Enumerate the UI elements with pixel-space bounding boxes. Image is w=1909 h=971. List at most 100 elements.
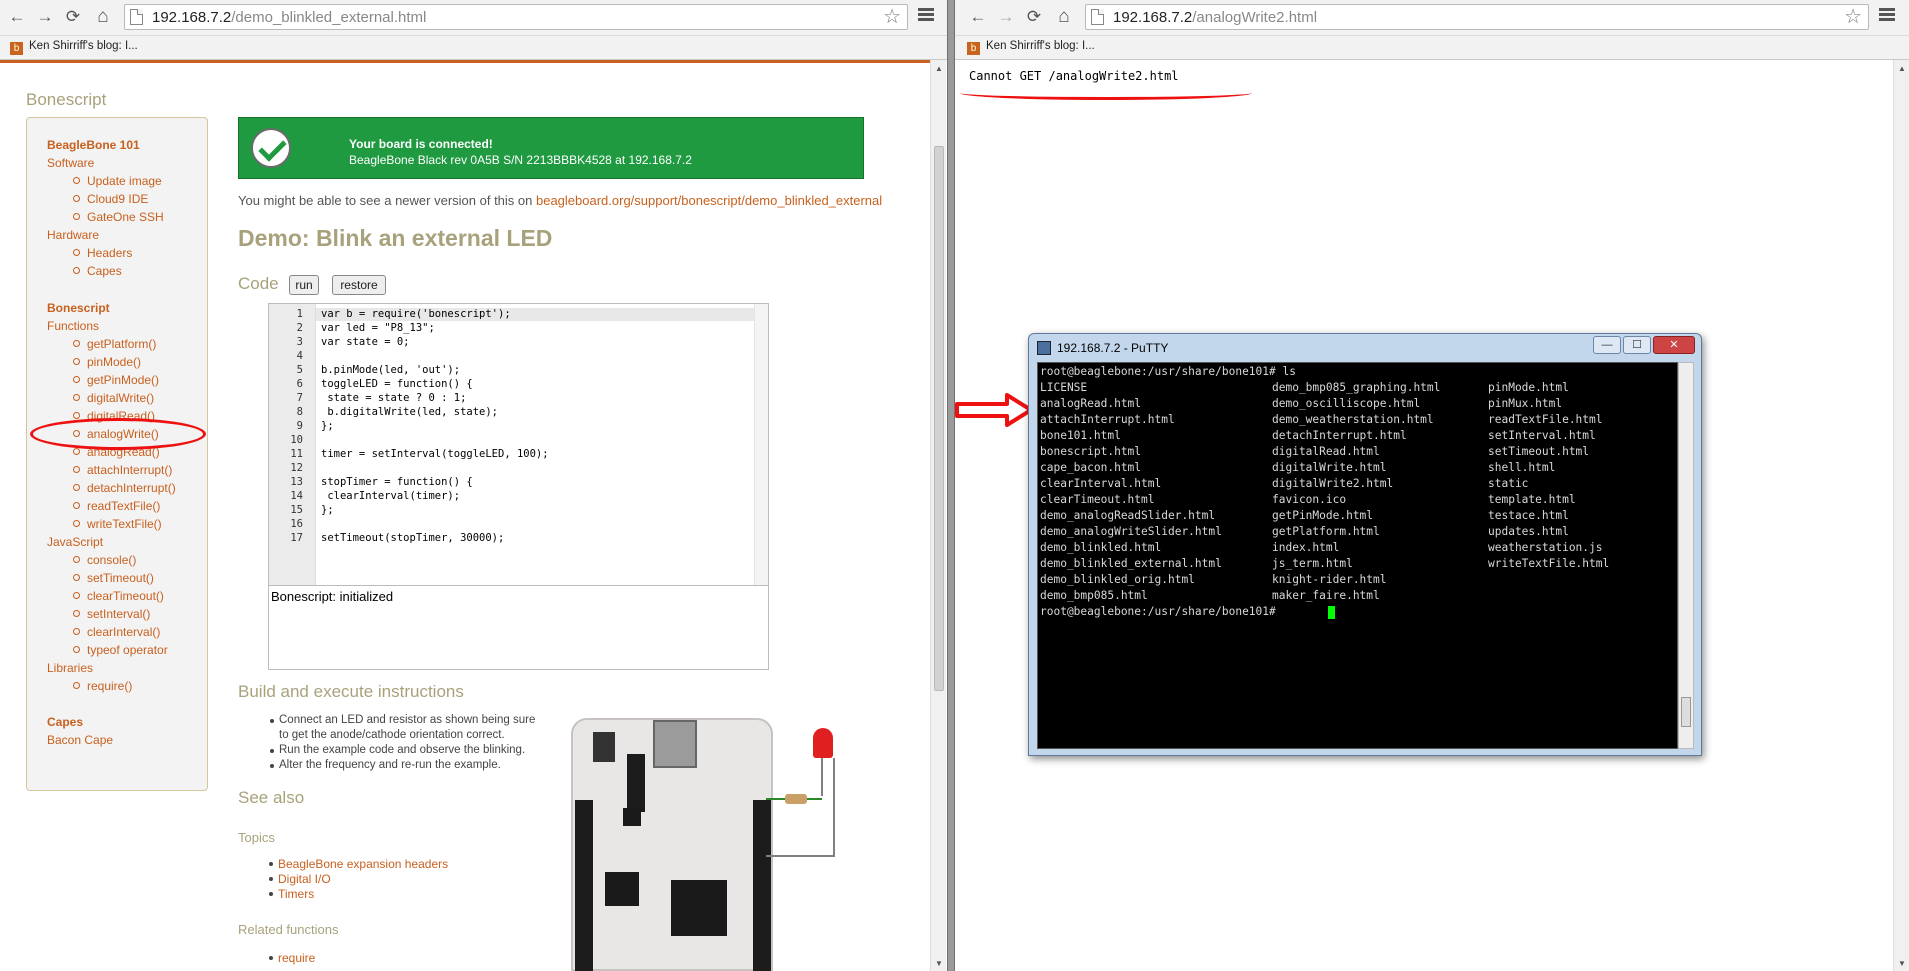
scroll-up-icon[interactable]: ▲: [931, 62, 947, 76]
window-split-divider[interactable]: [947, 0, 955, 971]
sidebar-item-digitalwrite[interactable]: digitalWrite(): [73, 391, 154, 405]
home-icon[interactable]: ⌂: [92, 5, 114, 29]
bookmarks-bar: b Ken Shirriff's blog: I...: [0, 36, 947, 60]
page-scrollbar[interactable]: ▲ ▼: [1893, 60, 1909, 971]
sidebar-functions[interactable]: Functions: [47, 319, 99, 333]
sidebar-item-pinmode[interactable]: pinMode(): [73, 355, 141, 369]
sidebar-item-detachinterrupt[interactable]: detachInterrupt(): [73, 481, 176, 495]
sidebar-item-typeof[interactable]: typeof operator: [73, 643, 168, 657]
code-line[interactable]: timer = setInterval(toggleLED, 100);: [321, 448, 549, 460]
editor-scrollbar[interactable]: [754, 304, 768, 586]
sidebar-item-readtextfile[interactable]: readTextFile(): [73, 499, 160, 513]
file-entry: static: [1488, 477, 1529, 490]
bookmark-star-icon[interactable]: ☆: [883, 5, 901, 29]
scrollbar-thumb[interactable]: [1681, 697, 1691, 727]
code-line[interactable]: var b = require('bonescript');: [321, 308, 511, 320]
reload-icon[interactable]: ⟳: [1023, 5, 1045, 29]
sidebar-item-require[interactable]: require(): [73, 679, 132, 693]
chrome-menu-icon[interactable]: [916, 6, 936, 26]
scroll-down-icon[interactable]: ▼: [931, 957, 947, 971]
file-entry: shell.html: [1488, 461, 1556, 474]
output-console[interactable]: Bonescript: initialized: [268, 585, 769, 670]
file-entry: favicon.ico: [1272, 493, 1347, 506]
sidebar-bonescript[interactable]: Bonescript: [47, 301, 110, 315]
line-number: 8: [296, 406, 303, 418]
sidebar-hardware[interactable]: Hardware: [47, 228, 99, 242]
address-bar[interactable]: 192.168.7.2/demo_blinkled_external.html …: [124, 4, 908, 30]
line-number: 2: [296, 322, 303, 334]
sidebar-item-clearinterval[interactable]: clearInterval(): [73, 625, 160, 639]
address-bar[interactable]: 192.168.7.2/analogWrite2.html ☆: [1085, 4, 1869, 30]
code-line[interactable]: var led = "P8_13";: [321, 322, 435, 334]
sidebar-item-headers[interactable]: Headers: [73, 246, 132, 260]
run-button[interactable]: run: [289, 275, 319, 295]
back-icon[interactable]: ←: [6, 5, 28, 29]
line-number: 9: [296, 420, 303, 432]
sidebar-item-settimeout[interactable]: setTimeout(): [73, 571, 154, 585]
sidebar-item-writetextfile[interactable]: writeTextFile(): [73, 517, 162, 531]
sidebar-item-capes[interactable]: Capes: [73, 264, 122, 278]
bookmark-item[interactable]: b Ken Shirriff's blog: I...: [10, 40, 138, 55]
sidebar-item-update-image[interactable]: Update image: [73, 174, 162, 188]
code-line[interactable]: clearInterval(timer);: [321, 490, 460, 502]
sidebar-capes[interactable]: Capes: [47, 715, 83, 729]
scroll-up-icon[interactable]: ▲: [1894, 62, 1909, 76]
sidebar-item-cleartimeout[interactable]: clearTimeout(): [73, 589, 164, 603]
file-entry: demo_bmp085.html: [1040, 589, 1148, 602]
page-scrollbar[interactable]: ▲ ▼: [930, 60, 946, 971]
code-line[interactable]: setTimeout(stopTimer, 30000);: [321, 532, 504, 544]
file-entry: detachInterrupt.html: [1272, 429, 1407, 442]
site-brand[interactable]: Bonescript: [26, 90, 106, 110]
sidebar-item-attachinterrupt[interactable]: attachInterrupt(): [73, 463, 172, 477]
terminal-screen[interactable]: root@beaglebone:/usr/share/bone101# ls L…: [1037, 362, 1678, 749]
back-icon[interactable]: ←: [967, 5, 989, 29]
sidebar-bacon-cape[interactable]: Bacon Cape: [47, 733, 113, 747]
topic-link-expansion-headers[interactable]: BeagleBone expansion headers: [268, 857, 448, 871]
sidebar-javascript[interactable]: JavaScript: [47, 535, 103, 549]
close-button[interactable]: ✕: [1653, 336, 1695, 354]
code-line[interactable]: };: [321, 504, 334, 516]
sidebar-beaglebone101[interactable]: BeagleBone 101: [47, 138, 140, 152]
code-line[interactable]: toggleLED = function() {: [321, 378, 473, 390]
sidebar-item-getplatform[interactable]: getPlatform(): [73, 337, 156, 351]
related-link-require[interactable]: require: [268, 951, 315, 965]
chrome-menu-icon[interactable]: [1877, 6, 1897, 26]
newer-version-link[interactable]: beagleboard.org/support/bonescript/demo_…: [536, 193, 882, 208]
code-editor[interactable]: 1 2 3 4 5 6 7 8 9 10 11 12 13 14 15 16 1…: [268, 303, 769, 587]
forward-icon[interactable]: →: [995, 5, 1017, 29]
home-icon[interactable]: ⌂: [1053, 5, 1075, 29]
bookmark-star-icon[interactable]: ☆: [1844, 5, 1862, 29]
sidebar-libraries[interactable]: Libraries: [47, 661, 93, 675]
topic-link-digital-io[interactable]: Digital I/O: [269, 872, 331, 886]
terminal-scrollbar[interactable]: [1678, 362, 1694, 749]
restore-button[interactable]: restore: [332, 275, 386, 295]
putty-terminal-window[interactable]: 192.168.7.2 - PuTTY — ☐ ✕ root@beaglebon…: [1028, 333, 1702, 756]
sidebar-item-getpinmode[interactable]: getPinMode(): [73, 373, 159, 387]
code-line[interactable]: };: [321, 420, 334, 432]
checkmark-icon: [251, 128, 291, 168]
scroll-down-icon[interactable]: ▼: [1894, 957, 1909, 971]
terminal-prompt: root@beaglebone:/usr/share/bone101#: [1040, 605, 1276, 618]
sidebar-item-console[interactable]: console(): [73, 553, 136, 567]
led-lead: [821, 758, 823, 796]
topic-link-timers[interactable]: Timers: [268, 887, 314, 901]
code-line[interactable]: var state = 0;: [321, 336, 410, 348]
reload-icon[interactable]: ⟳: [62, 5, 84, 29]
url-host: 192.168.7.2: [152, 9, 232, 26]
bookmark-item[interactable]: b Ken Shirriff's blog: I...: [967, 40, 1095, 55]
scrollbar-thumb[interactable]: [934, 146, 944, 691]
sidebar-item-cloud9[interactable]: Cloud9 IDE: [73, 192, 148, 206]
sidebar-item-gateone[interactable]: GateOne SSH: [73, 210, 164, 224]
maximize-button[interactable]: ☐: [1623, 336, 1651, 354]
code-line[interactable]: b.digitalWrite(led, state);: [321, 406, 498, 418]
sidebar-software[interactable]: Software: [47, 156, 94, 170]
code-line[interactable]: state = state ? 0 : 1;: [321, 392, 466, 404]
code-line[interactable]: stopTimer = function() {: [321, 476, 473, 488]
build-instruction: Run the example code and observe the bli…: [269, 744, 526, 756]
forward-icon[interactable]: →: [34, 5, 56, 29]
red-led-illustration: [813, 728, 833, 758]
sidebar-item-setinterval[interactable]: setInterval(): [73, 607, 150, 621]
file-entry: demo_blinkled.html: [1040, 541, 1162, 554]
code-line[interactable]: b.pinMode(led, 'out');: [321, 364, 460, 376]
minimize-button[interactable]: —: [1593, 336, 1621, 354]
